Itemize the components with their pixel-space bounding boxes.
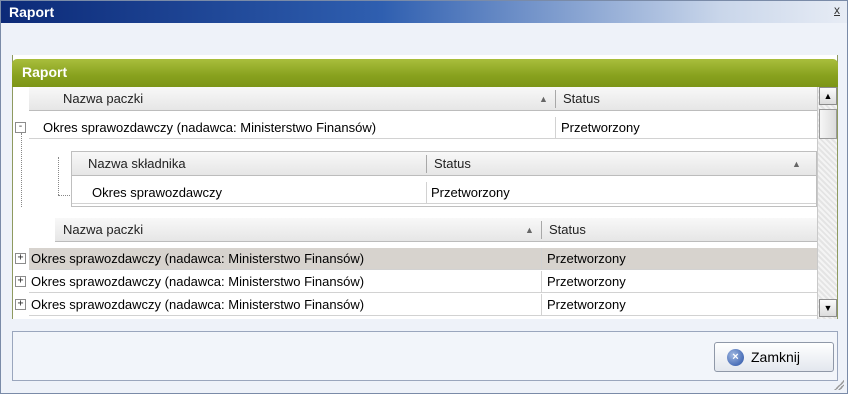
table-row-expanded[interactable]: Okres sprawozdawczy (nadawca: Ministerst… <box>29 117 817 139</box>
close-button-label: Zamknij <box>751 349 801 365</box>
scroll-thumb[interactable] <box>819 109 837 139</box>
expand-toggle-icon[interactable]: + <box>15 299 26 310</box>
column-header-status[interactable]: Status <box>557 87 600 111</box>
column-header-status[interactable]: Status <box>543 218 586 242</box>
scroll-down-icon[interactable]: ▼ <box>819 299 837 317</box>
sort-ascending-icon: ▲ <box>539 94 548 104</box>
panel-title: Raport <box>22 64 68 80</box>
sort-ascending-icon: ▲ <box>525 225 534 235</box>
nested-components-grid: Nazwa składnika Status ▲ Okres sprawozda… <box>71 151 817 207</box>
table-row[interactable]: Okres sprawozdawczy (nadawca: Ministerst… <box>29 294 817 316</box>
sort-ascending-icon: ▲ <box>792 159 801 169</box>
column-header-component-name[interactable]: Nazwa składnika <box>82 152 186 176</box>
window-close-icon[interactable]: x <box>831 4 843 18</box>
partial-row-clip: Okres sprawozdawczy (nadawca: Ministerst… <box>13 294 817 319</box>
row-package-name: Okres sprawozdawczy (nadawca: Ministerst… <box>31 274 365 289</box>
component-name: Okres sprawozdawczy <box>92 185 223 200</box>
grid-header: Nazwa paczki ▲ Status <box>29 87 817 111</box>
row-status: Przetworzony <box>547 297 626 312</box>
row-package-name: Okres sprawozdawczy (nadawca: Ministerst… <box>31 251 365 266</box>
row-status: Przetworzony <box>547 251 626 266</box>
grid-header-secondary: Nazwa paczki ▲ Status <box>55 218 817 242</box>
vertical-scrollbar[interactable]: ▲ ▼ <box>817 87 837 319</box>
scroll-up-icon[interactable]: ▲ <box>819 87 837 105</box>
nested-table-row[interactable]: Okres sprawozdawczy Przetworzony <box>72 182 816 204</box>
row-package-name: Okres sprawozdawczy (nadawca: Ministerst… <box>43 120 377 135</box>
nested-grid-header: Nazwa składnika Status ▲ <box>72 152 816 176</box>
dialog-footer: × Zamknij <box>12 331 838 381</box>
column-header-package-name[interactable]: Nazwa paczki <box>57 218 143 242</box>
window-title: Raport <box>9 4 55 20</box>
title-bar[interactable]: Raport x <box>1 1 847 23</box>
component-status: Przetworzony <box>431 185 510 200</box>
row-status: Przetworzony <box>547 274 626 289</box>
column-header-package-name[interactable]: Nazwa paczki <box>57 87 143 111</box>
close-button[interactable]: × Zamknij <box>714 342 834 372</box>
table-row[interactable]: Okres sprawozdawczy (nadawca: Ministerst… <box>29 248 817 270</box>
expand-toggle-icon[interactable]: + <box>15 253 26 264</box>
row-package-name: Okres sprawozdawczy (nadawca: Ministerst… <box>31 297 365 312</box>
table-row[interactable]: Okres sprawozdawczy (nadawca: Ministerst… <box>29 271 817 293</box>
resize-grip-icon[interactable] <box>834 380 844 390</box>
report-window: Raport x Raport Nazwa paczki ▲ Status Ok… <box>0 0 848 394</box>
close-circle-icon: × <box>727 349 744 366</box>
collapse-toggle-icon[interactable]: - <box>15 122 26 133</box>
row-status: Przetworzony <box>561 120 640 135</box>
column-header-component-status[interactable]: Status <box>428 152 471 176</box>
expand-toggle-icon[interactable]: + <box>15 276 26 287</box>
panel-header: Raport <box>12 59 838 87</box>
